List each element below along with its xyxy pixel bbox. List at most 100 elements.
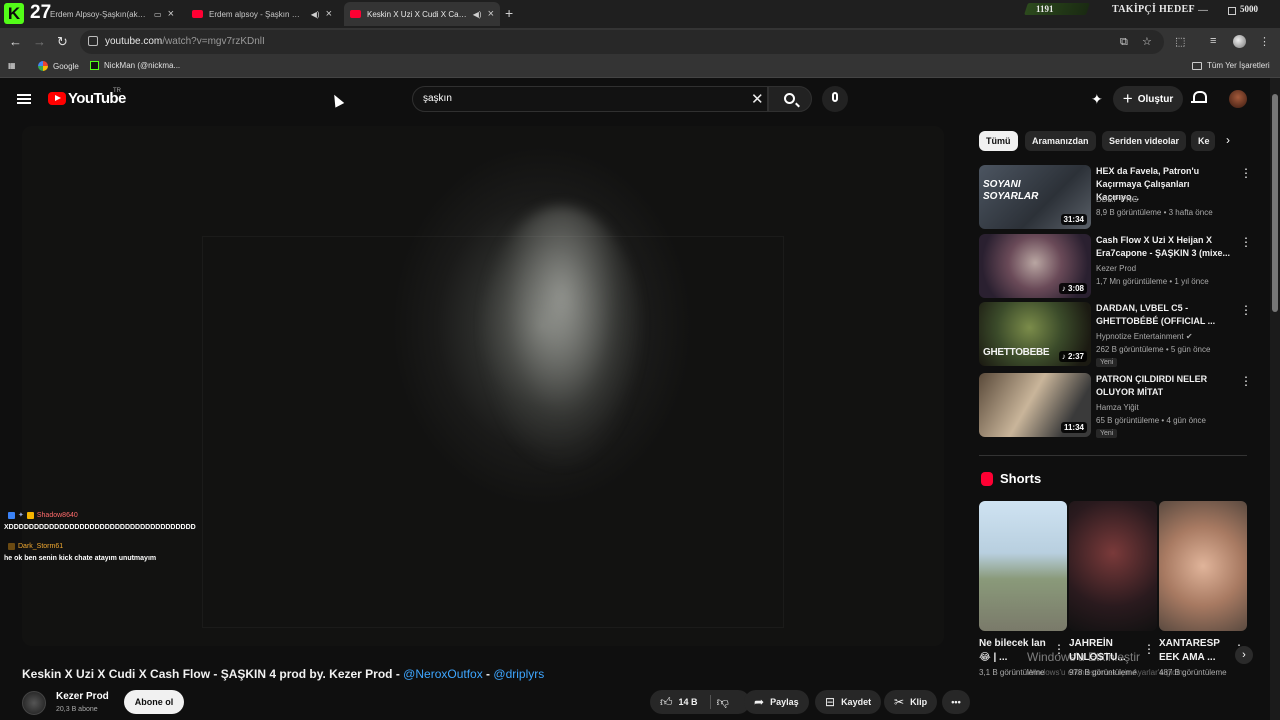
- media-controls-icon[interactable]: ≡: [1210, 35, 1216, 47]
- short-title[interactable]: XANTARESP EEK AMA ...: [1159, 637, 1231, 665]
- clear-search-icon[interactable]: ✕: [751, 90, 764, 108]
- recommendation-meta: 1,7 Mn görüntüleme • 1 yıl önce: [1096, 277, 1209, 286]
- profile-avatar-icon[interactable]: [1233, 35, 1246, 48]
- shorts-next-chevron-icon[interactable]: ›: [1235, 646, 1253, 664]
- more-options-icon[interactable]: ⋮: [1240, 167, 1252, 179]
- recommendation-item[interactable]: SOYANI SOYARLAR 31:34 HEX da Favela, Pat…: [979, 165, 1252, 229]
- back-arrow-icon[interactable]: ←: [9, 34, 22, 49]
- chip-all[interactable]: Tümü: [979, 131, 1018, 151]
- close-tab-icon[interactable]: ×: [326, 8, 332, 20]
- chip-series[interactable]: Seriden videolar: [1102, 131, 1187, 151]
- sub-badge-icon: [8, 511, 15, 519]
- site-info-icon[interactable]: [88, 36, 98, 46]
- more-options-icon[interactable]: ⋮: [1143, 642, 1155, 656]
- more-options-icon[interactable]: ⋮: [1240, 375, 1252, 387]
- mention-link[interactable]: @NeroxOutfox: [403, 667, 483, 681]
- recommendation-item[interactable]: GHETTOBEBE ♪ 2:37 DARDAN, LVBEL C5 - GHE…: [979, 302, 1252, 367]
- video-thumbnail[interactable]: 11:34: [979, 373, 1091, 437]
- channel-avatar[interactable]: [22, 691, 46, 715]
- subscribe-button[interactable]: Abone ol: [124, 690, 184, 714]
- chat-username[interactable]: Shadow8640: [37, 512, 78, 519]
- video-title: Keskin X Uzi X Cudi X Cash Flow - ŞAŞKIN…: [22, 667, 544, 681]
- more-actions-button[interactable]: •••: [942, 690, 970, 714]
- recommendation-title[interactable]: PATRON ÇILDIRDI NELER OLUYOR MİTAT: [1096, 373, 1234, 399]
- bookmark-nickman[interactable]: NickMan (@nickma...: [90, 61, 180, 70]
- tab-keskin-active[interactable]: Keskin X Uzi X Cudi X Cash ◀) ×: [344, 2, 500, 26]
- youtube-logo-icon[interactable]: [48, 92, 66, 105]
- tab-erdem-alpsoy[interactable]: Erdem alpsoy - Şaşkın @er ◀) ×: [186, 2, 338, 26]
- recommendation-channel[interactable]: Hypnotize Entertainment ✔: [1096, 332, 1193, 341]
- account-avatar[interactable]: [1229, 90, 1247, 108]
- speaker-icon[interactable]: ◀): [473, 10, 482, 19]
- picture-in-picture-icon[interactable]: ▭: [154, 10, 162, 19]
- search-input[interactable]: şaşkın ✕: [412, 86, 768, 112]
- recommendation-channel[interactable]: Hamza Yiğit: [1096, 403, 1139, 412]
- search-query[interactable]: şaşkın: [423, 93, 452, 104]
- video-thumbnail[interactable]: GHETTOBEBE ♪ 2:37: [979, 302, 1091, 366]
- plus-icon: +: [1122, 89, 1133, 108]
- save-button[interactable]: ⊟ Kaydet: [815, 690, 882, 714]
- address-bar[interactable]: youtube.com/watch?v=mgv7rzKDnlI ⧉ ☆: [80, 30, 1164, 54]
- recommendation-channel[interactable]: DDRP PNG: [1096, 195, 1138, 204]
- bookmark-google[interactable]: Google: [38, 61, 79, 71]
- close-tab-icon[interactable]: ×: [168, 8, 174, 20]
- browser-menu-icon[interactable]: ⋮: [1259, 35, 1270, 48]
- page-scrollbar[interactable]: [1270, 78, 1280, 720]
- like-count[interactable]: 14 B: [679, 697, 698, 707]
- create-button[interactable]: + Oluştur: [1113, 86, 1183, 112]
- notifications-bell-icon[interactable]: [1191, 91, 1207, 105]
- share-button[interactable]: ➦ Paylaş: [744, 690, 809, 714]
- close-tab-icon[interactable]: ×: [488, 8, 494, 20]
- clip-label: Klip: [910, 697, 928, 707]
- like-thumb-icon[interactable]: 👍︎: [660, 695, 673, 710]
- chips-next-chevron-icon[interactable]: ›: [1226, 133, 1230, 147]
- extensions-icon[interactable]: ⬚: [1175, 35, 1185, 48]
- dislike-thumb-icon[interactable]: 👎︎: [717, 695, 729, 710]
- chat-username[interactable]: Dark_Storm61: [18, 543, 63, 550]
- save-bookmark-icon: ⊟: [825, 695, 836, 709]
- url-text[interactable]: youtube.com/watch?v=mgv7rzKDnlI: [105, 36, 265, 47]
- search-button[interactable]: [768, 86, 812, 112]
- more-options-icon[interactable]: ⋮: [1240, 304, 1252, 316]
- tab-erdem-akape[interactable]: Erdem Alpsoy-Şaşkın(akape ▭ ×: [44, 2, 180, 26]
- recommendation-channel[interactable]: Kezer Prod: [1096, 264, 1136, 273]
- recommendation-title[interactable]: DARDAN, LVBEL C5 - GHETTOBÉBÉ (OFFICIAL …: [1096, 302, 1234, 328]
- short-thumbnail[interactable]: [1159, 501, 1247, 631]
- chat-message-text: he ok ben senin kick chate atayım unutma…: [4, 555, 157, 562]
- recommendation-title[interactable]: Cash Flow X Uzi X Heijan X Era7capone - …: [1096, 234, 1234, 260]
- cast-icon[interactable]: ⧉: [1120, 36, 1128, 49]
- tab-title: Erdem alpsoy - Şaşkın @er: [209, 9, 305, 19]
- more-options-icon[interactable]: ⋮: [1240, 236, 1252, 248]
- chip-from-search[interactable]: Aramanızdan: [1025, 131, 1096, 151]
- guide-menu-icon[interactable]: [17, 94, 31, 104]
- extension-puzzle-icon[interactable]: ✦: [1091, 91, 1103, 108]
- video-duration: 11:34: [1060, 422, 1087, 433]
- microphone-icon: [832, 92, 838, 102]
- new-tab-button[interactable]: +: [505, 5, 513, 21]
- video-player[interactable]: [22, 126, 944, 646]
- forward-arrow-icon[interactable]: →: [33, 34, 46, 49]
- kick-icon: [90, 61, 99, 70]
- short-thumbnail[interactable]: [979, 501, 1067, 631]
- video-thumbnail[interactable]: ♪ 3:08: [979, 234, 1091, 298]
- speaker-icon[interactable]: ◀): [311, 10, 320, 19]
- gift-badge-icon: [26, 511, 34, 519]
- bookmark-star-icon[interactable]: ☆: [1142, 35, 1152, 48]
- scrollbar-thumb[interactable]: [1272, 94, 1278, 312]
- recommendation-item[interactable]: ♪ 3:08 Cash Flow X Uzi X Heijan X Era7ca…: [979, 234, 1252, 298]
- clip-button[interactable]: ✂ Klip: [884, 690, 938, 714]
- apps-grid-icon[interactable]: ▦: [8, 61, 16, 70]
- maximize-window-icon[interactable]: [1228, 7, 1236, 15]
- recommendation-item[interactable]: 11:34 PATRON ÇILDIRDI NELER OLUYOR MİTAT…: [979, 373, 1252, 438]
- channel-name[interactable]: Kezer Prod: [56, 691, 109, 702]
- chip-partial[interactable]: Ke: [1191, 131, 1215, 151]
- save-label: Kaydet: [841, 697, 872, 707]
- mention-link[interactable]: @driplyrs: [493, 667, 544, 681]
- minimize-window-icon[interactable]: —: [1198, 5, 1208, 16]
- short-item[interactable]: XANTARESP EEK AMA ... 487 B görüntüleme …: [1159, 501, 1247, 677]
- video-thumbnail[interactable]: SOYANI SOYARLAR 31:34: [979, 165, 1091, 229]
- voice-search-button[interactable]: [822, 86, 848, 112]
- reload-icon[interactable]: ↻: [57, 34, 68, 50]
- short-thumbnail[interactable]: [1069, 501, 1157, 631]
- all-bookmarks[interactable]: Tüm Yer İşaretleri: [1192, 61, 1270, 70]
